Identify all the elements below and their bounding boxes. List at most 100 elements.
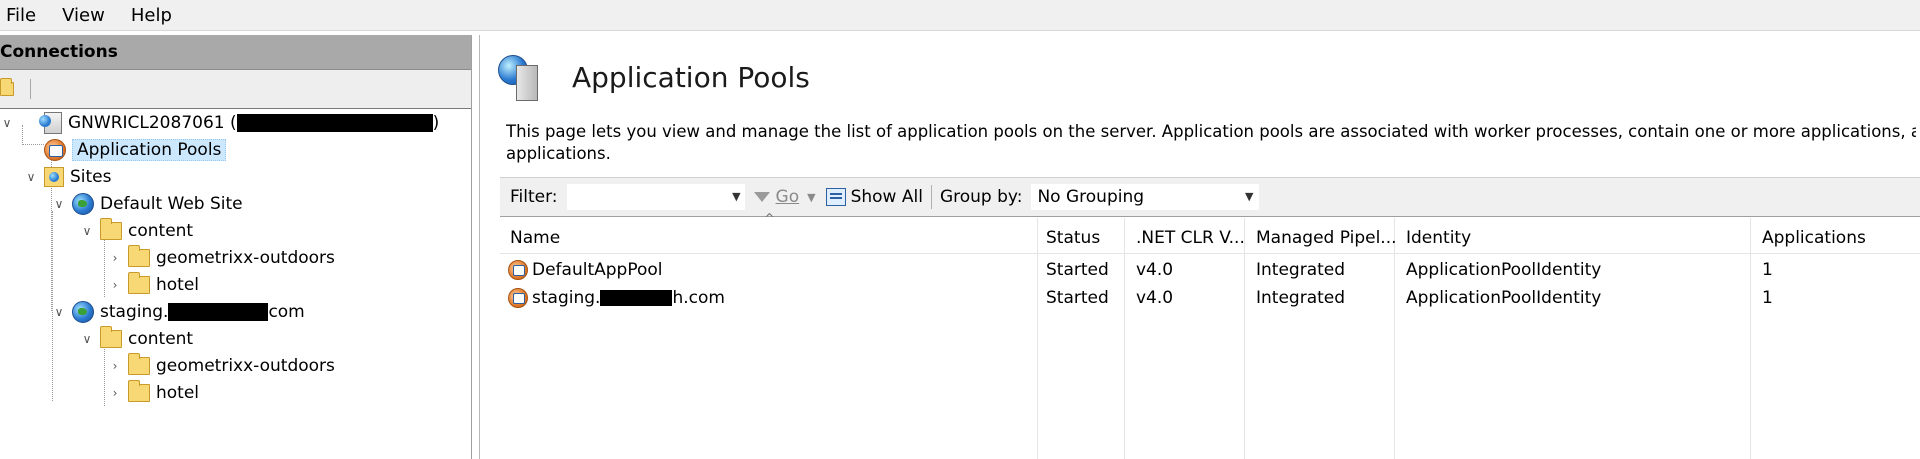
column-header-clr[interactable]: .NET CLR V...: [1136, 218, 1245, 254]
chevron-down-icon[interactable]: ∨: [80, 332, 94, 346]
chevron-right-icon[interactable]: ›: [108, 386, 122, 400]
table-header: ^ Name Status .NET CLR V... Managed Pipe…: [500, 212, 1920, 254]
tree-node-geometrixx-outdoors[interactable]: › geometrixx-outdoors: [108, 244, 335, 271]
folder-icon: [128, 271, 150, 294]
filter-separator: [930, 185, 932, 209]
menu-file-label: File: [6, 4, 37, 26]
tree-line: [104, 237, 105, 297]
folder-icon: [100, 217, 122, 240]
menu-view[interactable]: View: [62, 5, 105, 26]
filter-label: Filter:: [510, 187, 558, 207]
tree-node-default-web-site[interactable]: ∨ Default Web Site: [52, 190, 243, 217]
tree-node-hotel[interactable]: › hotel: [108, 271, 199, 298]
content-label: content: [128, 328, 194, 349]
geometrixx-outdoors-label: geometrixx-outdoors: [156, 355, 335, 376]
toolbar-separator: [30, 79, 31, 99]
column-header-status[interactable]: Status: [1046, 218, 1100, 254]
connections-toolbar: [0, 70, 471, 109]
chevron-right-icon[interactable]: ›: [108, 251, 122, 265]
show-all-button[interactable]: Show All: [825, 187, 923, 207]
page-description-continued: applications.: [506, 144, 611, 163]
sites-icon: [44, 166, 64, 187]
chevron-right-icon[interactable]: ›: [108, 359, 122, 373]
server-icon: [516, 65, 538, 101]
chevron-down-icon[interactable]: ∨: [24, 170, 38, 184]
menu-file[interactable]: File: [6, 5, 36, 26]
redacted-block: [168, 302, 269, 321]
filter-input[interactable]: ▼: [565, 183, 746, 211]
tree-node-application-pools[interactable]: Application Pools: [44, 136, 227, 163]
redacted-block: [236, 113, 433, 132]
tree-node-sites[interactable]: ∨ Sites: [24, 163, 112, 190]
new-connection-icon[interactable]: [0, 78, 14, 96]
chevron-down-icon[interactable]: ∨: [80, 224, 94, 238]
staging-label-suffix: com: [268, 301, 305, 322]
cell-clr: v4.0: [1136, 259, 1174, 280]
go-dropdown-icon[interactable]: ▼: [807, 191, 815, 204]
sites-label: Sites: [70, 166, 112, 187]
app-pools-header-icon: [498, 55, 542, 101]
content-label: content: [128, 220, 194, 241]
app-pool-icon: [44, 138, 66, 161]
default-site-label: Default Web Site: [100, 193, 243, 214]
funnel-icon: [753, 192, 770, 202]
menu-help[interactable]: Help: [131, 5, 172, 26]
main-pane: Application Pools This page lets you vie…: [479, 35, 1920, 459]
globe-icon: [72, 300, 94, 323]
table-row[interactable]: staging. h.com Started v4.0 Integrated A…: [500, 284, 1920, 311]
chevron-down-icon[interactable]: ∨: [52, 197, 66, 211]
page-header: Application Pools: [498, 55, 810, 101]
tree-line: [22, 144, 44, 145]
cell-applications: 1: [1762, 259, 1773, 280]
menu-bar: File View Help: [0, 0, 1920, 31]
pool-name: DefaultAppPool: [532, 259, 663, 280]
group-by-select[interactable]: No Grouping ▼: [1030, 183, 1261, 211]
show-all-icon: [825, 188, 846, 206]
column-header-identity[interactable]: Identity: [1406, 218, 1471, 254]
cell-name: DefaultAppPool: [508, 256, 663, 283]
go-label: Go: [775, 187, 800, 207]
pool-name-suffix: h.com: [672, 287, 725, 308]
column-divider: [1750, 218, 1751, 459]
connections-panel: Connections ∨ GNWRICL2087061 ( ) Applica…: [0, 35, 472, 459]
cell-pipeline: Integrated: [1256, 259, 1346, 280]
chevron-down-icon[interactable]: ∨: [52, 305, 66, 319]
menu-help-label: Help: [130, 4, 172, 26]
show-all-label: Show All: [850, 187, 923, 207]
server-label: GNWRICL2087061 (: [68, 112, 237, 133]
tree-node-staging-site[interactable]: ∨ staging. com: [52, 298, 305, 325]
app-pools-label: Application Pools: [72, 138, 227, 161]
dropdown-arrow-icon[interactable]: ▼: [1245, 190, 1253, 203]
redacted-block: [600, 289, 673, 306]
tree-line: [104, 346, 105, 406]
server-icon: [39, 111, 62, 134]
page-title: Application Pools: [572, 60, 810, 94]
dropdown-arrow-icon[interactable]: ▼: [732, 190, 740, 203]
connections-title: Connections: [0, 35, 471, 70]
page-description: This page lets you view and manage the l…: [506, 122, 1916, 141]
tree-node-hotel[interactable]: › hotel: [108, 379, 199, 406]
staging-label-prefix: staging.: [100, 301, 169, 322]
sort-ascending-icon: ^: [764, 212, 775, 227]
table-row[interactable]: DefaultAppPool Started v4.0 Integrated A…: [500, 256, 1920, 283]
tree-node-content[interactable]: ∨ content: [80, 217, 193, 244]
column-divider: [1037, 218, 1038, 459]
group-by-value: No Grouping: [1037, 187, 1145, 207]
app-pool-icon: [508, 259, 528, 280]
cell-clr: v4.0: [1136, 287, 1174, 308]
column-header-pipeline[interactable]: Managed Pipel...: [1256, 218, 1397, 254]
cell-identity: ApplicationPoolIdentity: [1406, 287, 1602, 308]
column-header-name[interactable]: Name: [510, 218, 560, 254]
tree-node-content[interactable]: ∨ content: [80, 325, 193, 352]
filter-bar: Filter: ▼ Go ▼ Show All Group by: No Gro…: [500, 177, 1920, 217]
tree-node-geometrixx-outdoors[interactable]: › geometrixx-outdoors: [108, 352, 335, 379]
tree-node-server[interactable]: ∨ GNWRICL2087061 ( ): [0, 109, 439, 136]
chevron-right-icon[interactable]: ›: [108, 278, 122, 292]
column-header-applications[interactable]: Applications: [1762, 218, 1866, 254]
go-button[interactable]: Go ▼: [753, 187, 816, 207]
chevron-down-icon[interactable]: ∨: [0, 116, 14, 130]
folder-icon: [128, 244, 150, 267]
folder-icon: [128, 379, 150, 402]
cell-name: staging. h.com: [508, 284, 725, 311]
app-pools-table: ^ Name Status .NET CLR V... Managed Pipe…: [500, 212, 1920, 459]
